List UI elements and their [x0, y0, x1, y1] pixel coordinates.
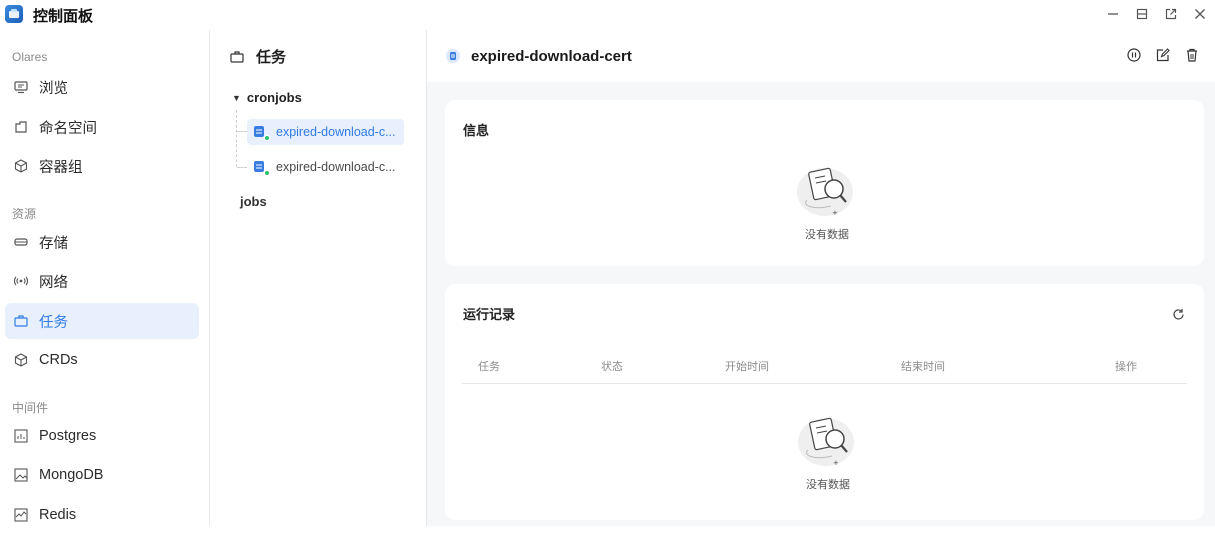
table-header: 任务 状态 开始时间 结束时间 操作: [462, 344, 1187, 384]
empty-illustration-icon: +: [798, 417, 854, 467]
sidebar-item-crds[interactable]: CRDs: [5, 342, 199, 378]
edit-icon: [1156, 48, 1170, 62]
card-title: 信息: [463, 123, 490, 138]
column-header-task: 任务: [478, 361, 500, 373]
run-records-card: 运行记录 任务 状态 开始时间 结束时间 操作 + 没有数据: [445, 284, 1204, 520]
tree-item-label: expired-download-c...: [276, 125, 396, 139]
card-title: 运行记录: [463, 307, 516, 322]
sidebar-item-label: 网络: [39, 274, 68, 291]
sidebar-item-network[interactable]: 网络: [5, 263, 199, 299]
column-header-actions: 操作: [1115, 361, 1137, 373]
sidebar-item-label: 存储: [39, 235, 68, 252]
close-icon[interactable]: [1190, 4, 1209, 23]
sidebar-item-jobs[interactable]: 任务: [5, 303, 199, 339]
tree-connector: [237, 131, 247, 132]
column-header-status: 状态: [601, 361, 623, 373]
tree-group-label: cronjobs: [246, 90, 302, 105]
briefcase-icon: [230, 49, 246, 65]
namespace-icon: [13, 119, 29, 135]
refresh-icon: [1173, 309, 1184, 320]
sidebar-item-postgres[interactable]: Postgres: [5, 418, 199, 454]
status-dot: [264, 170, 270, 176]
empty-text: 没有数据: [806, 479, 850, 491]
job-status-icon: [253, 160, 270, 176]
svg-text:+: +: [833, 459, 839, 467]
tree-item-cronjob[interactable]: expired-download-c...: [247, 154, 404, 180]
trash-icon: [1187, 48, 1197, 62]
sidebar-item-label: Redis: [39, 507, 77, 523]
sidebar-item-browse[interactable]: 浏览: [5, 69, 199, 105]
pause-button[interactable]: [1125, 46, 1143, 64]
cube-icon: [13, 352, 29, 368]
app-logo-icon: [5, 5, 23, 23]
minimize-icon[interactable]: [1103, 4, 1122, 23]
briefcase-icon: [13, 313, 29, 329]
caret-down-icon: ▼: [232, 92, 241, 103]
empty-text: 没有数据: [805, 229, 849, 241]
empty-state: + 没有数据: [793, 162, 861, 242]
job-tree-panel: 任务 ▼ cronjobs expired-download-c... expi…: [210, 30, 427, 526]
tree-item-label: expired-download-c...: [276, 160, 396, 174]
image-icon: [13, 467, 29, 483]
sidebar-item-label: 任务: [39, 314, 68, 331]
tree-group-jobs[interactable]: jobs: [240, 194, 267, 209]
sidebar-item-redis[interactable]: Redis: [5, 497, 199, 533]
tree-title: 任务: [256, 49, 287, 66]
title-bar: 控制面板: [0, 0, 1215, 30]
empty-illustration-icon: +: [797, 167, 853, 217]
cube-icon: [13, 158, 29, 174]
sidebar-item-storage[interactable]: 存储: [5, 224, 199, 260]
tree-header: 任务: [230, 46, 286, 67]
chart-icon: [13, 428, 29, 444]
tree-group-cronjobs[interactable]: ▼ cronjobs: [232, 90, 302, 105]
tree-item-cronjob[interactable]: expired-download-c...: [247, 119, 404, 145]
sidebar-item-label: MongoDB: [39, 467, 104, 483]
browse-icon: [13, 79, 29, 95]
column-header-start-time: 开始时间: [725, 361, 769, 373]
detail-panel: expired-download-cert 信息 + 没有数据 运行记录 任务 …: [427, 30, 1215, 526]
info-card: 信息 + 没有数据: [445, 100, 1204, 266]
refresh-button[interactable]: [1172, 308, 1186, 322]
restore-icon[interactable]: [1132, 4, 1151, 23]
page-title: expired-download-cert: [471, 47, 632, 65]
job-icon: [446, 49, 460, 63]
edit-button[interactable]: [1154, 46, 1172, 64]
empty-state: + 没有数据: [794, 412, 862, 492]
sidebar-section-resources: 资源: [12, 207, 37, 221]
network-icon: [13, 273, 29, 289]
sidebar-item-label: 容器组: [39, 159, 83, 176]
pause-icon: [1127, 48, 1141, 62]
sidebar-item-pods[interactable]: 容器组: [5, 148, 199, 184]
job-status-icon: [253, 125, 270, 141]
sidebar-section-olares: Olares: [12, 50, 48, 64]
delete-button[interactable]: [1183, 46, 1201, 64]
wave-icon: [13, 507, 29, 523]
sidebar: Olares 浏览 命名空间 容器组 资源 存储 网络 任务 CRDs 中间件 …: [0, 30, 210, 526]
sidebar-item-label: Postgres: [39, 428, 97, 444]
status-dot: [264, 135, 270, 141]
storage-icon: [13, 234, 29, 250]
sidebar-item-mongodb[interactable]: MongoDB: [5, 457, 199, 493]
detail-header: expired-download-cert: [427, 30, 1215, 82]
app-title: 控制面板: [33, 8, 94, 25]
svg-text:+: +: [832, 209, 838, 217]
window-controls: [1103, 4, 1209, 23]
sidebar-item-namespace[interactable]: 命名空间: [5, 109, 199, 145]
sidebar-item-label: CRDs: [39, 352, 78, 368]
tree-connector: [237, 167, 247, 168]
column-header-end-time: 结束时间: [901, 361, 945, 373]
popout-icon[interactable]: [1161, 4, 1180, 23]
sidebar-item-label: 命名空间: [39, 120, 97, 137]
header-actions: [1125, 46, 1201, 64]
sidebar-section-middleware: 中间件: [12, 401, 49, 415]
tree-connector: [236, 110, 237, 167]
sidebar-item-label: 浏览: [39, 80, 68, 97]
